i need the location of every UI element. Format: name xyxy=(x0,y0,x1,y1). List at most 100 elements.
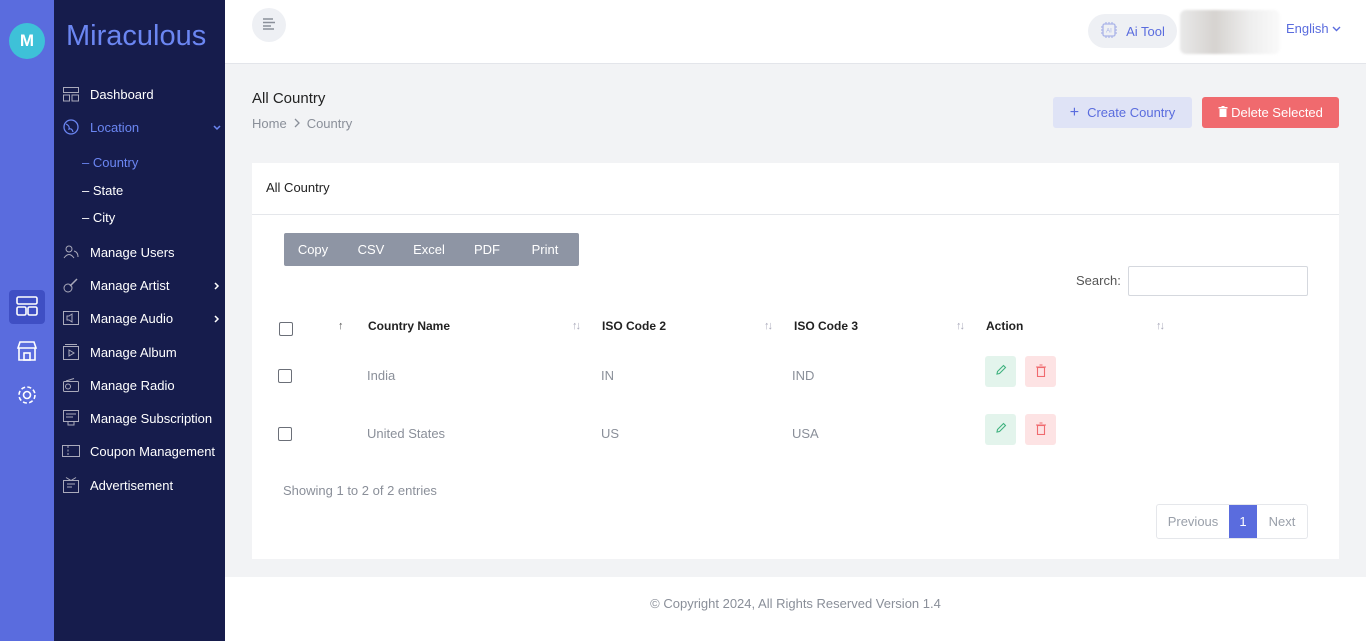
sidebar-item-dashboard[interactable]: Dashboard xyxy=(62,80,222,108)
svg-text:AI: AI xyxy=(1106,28,1112,34)
column-header-iso3[interactable]: ISO Code 3 xyxy=(794,319,858,333)
sidebar-item-label: Manage Audio xyxy=(90,310,174,326)
coupon-icon xyxy=(62,442,80,460)
audio-icon xyxy=(62,309,80,327)
trash-icon xyxy=(1218,105,1228,120)
chevron-right-icon xyxy=(293,116,301,131)
users-icon xyxy=(62,243,80,261)
sidebar-item-manage-subscription[interactable]: Manage Subscription xyxy=(62,404,222,432)
sidebar-item-manage-users[interactable]: Manage Users xyxy=(62,238,222,266)
sidebar-subitem-city[interactable]: – City xyxy=(82,210,115,225)
delete-selected-button[interactable]: Delete Selected xyxy=(1202,97,1339,128)
brand-name: Miraculous xyxy=(66,20,207,52)
cell-iso3: IND xyxy=(792,368,815,383)
cell-country-name: India xyxy=(367,368,396,383)
sidebar-item-location[interactable]: Location xyxy=(62,113,222,141)
table-info: Showing 1 to 2 of 2 entries xyxy=(283,483,437,498)
column-header-country-name[interactable]: Country Name xyxy=(368,319,450,333)
card-title: All Country xyxy=(252,163,1339,215)
breadcrumb-current: Country xyxy=(306,116,353,131)
ai-tool-button[interactable]: AI Ai Tool xyxy=(1088,14,1177,48)
sidebar-item-advertisement[interactable]: Advertisement xyxy=(62,471,222,499)
next-page-button[interactable]: Next xyxy=(1257,505,1307,538)
chevron-right-icon xyxy=(212,279,222,294)
pdf-button[interactable]: PDF xyxy=(458,242,516,257)
pencil-icon xyxy=(995,364,1007,379)
sort-icon[interactable]: ↑↓ xyxy=(764,320,773,332)
dashboard-icon xyxy=(62,85,80,103)
create-country-button[interactable]: + Create Country xyxy=(1053,97,1192,128)
search-label: Search: xyxy=(1076,273,1121,288)
delete-selected-label: Delete Selected xyxy=(1231,105,1323,120)
grid-icon xyxy=(16,295,38,319)
menu-icon xyxy=(262,17,276,33)
search-input[interactable] xyxy=(1128,266,1308,296)
excel-button[interactable]: Excel xyxy=(400,242,458,257)
country-table-card: All Country Copy CSV Excel PDF Print Sea… xyxy=(252,163,1339,559)
sidebar-item-manage-radio[interactable]: Manage Radio xyxy=(62,371,222,399)
menu-toggle-button[interactable] xyxy=(252,8,286,42)
cell-iso2: US xyxy=(601,426,620,441)
sidebar-item-label: Advertisement xyxy=(90,477,174,493)
subscription-icon xyxy=(62,409,80,427)
rail-store-button[interactable] xyxy=(9,335,45,369)
edit-button[interactable] xyxy=(985,356,1016,387)
breadcrumb: Home Country xyxy=(252,116,352,131)
previous-page-button[interactable]: Previous xyxy=(1157,505,1229,538)
sidebar-item-manage-artist[interactable]: Manage Artist xyxy=(62,271,222,299)
breadcrumb-home[interactable]: Home xyxy=(252,116,287,131)
sidebar-item-manage-album[interactable]: Manage Album xyxy=(62,338,222,366)
edit-button[interactable] xyxy=(985,414,1016,445)
rail-grid-button[interactable] xyxy=(9,290,45,324)
sidebar-item-label: Manage Album xyxy=(90,344,177,360)
footer: © Copyright 2024, All Rights Reserved Ve… xyxy=(225,577,1366,641)
guitar-icon xyxy=(62,276,80,294)
chevron-down-icon xyxy=(1332,21,1341,36)
rail-settings-button[interactable] xyxy=(9,379,45,413)
sidebar-item-label: Manage Users xyxy=(90,244,175,260)
language-label: English xyxy=(1286,21,1329,36)
sort-icon[interactable]: ↑↓ xyxy=(1156,320,1165,332)
globe-icon xyxy=(62,118,80,136)
sort-icon[interactable]: ↑↓ xyxy=(956,320,965,332)
column-header-iso2[interactable]: ISO Code 2 xyxy=(602,319,666,333)
select-all-checkbox[interactable] xyxy=(279,322,293,336)
copyright-text: © Copyright 2024, All Rights Reserved Ve… xyxy=(650,596,941,611)
row-checkbox[interactable] xyxy=(278,369,292,383)
sidebar-subitem-country[interactable]: – Country xyxy=(82,155,138,170)
delete-button[interactable] xyxy=(1025,414,1056,445)
chevron-right-icon xyxy=(212,312,222,327)
sort-icon[interactable]: ↑ xyxy=(338,320,343,332)
sidebar-item-label: Dashboard xyxy=(90,86,154,102)
sidebar: Miraculous Dashboard Location – Country … xyxy=(54,0,225,641)
sidebar-item-label: Location xyxy=(90,119,140,135)
row-checkbox[interactable] xyxy=(278,427,292,441)
copy-button[interactable]: Copy xyxy=(284,242,342,257)
radio-icon xyxy=(62,376,80,394)
sidebar-item-label: Manage Radio xyxy=(90,377,175,393)
ai-tool-label: Ai Tool xyxy=(1126,23,1165,39)
column-header-action: Action xyxy=(986,319,1024,333)
icon-rail: M xyxy=(0,0,54,641)
app-logo[interactable]: M xyxy=(9,23,45,59)
avatar[interactable] xyxy=(1180,10,1280,54)
sidebar-item-manage-audio[interactable]: Manage Audio xyxy=(62,304,222,332)
cell-country-name: United States xyxy=(367,426,446,441)
cell-iso3: USA xyxy=(792,426,819,441)
sidebar-item-coupon-management[interactable]: Coupon Management xyxy=(62,437,222,465)
csv-button[interactable]: CSV xyxy=(342,242,400,257)
delete-button[interactable] xyxy=(1025,356,1056,387)
gear-icon xyxy=(16,384,38,409)
print-button[interactable]: Print xyxy=(516,242,574,257)
sidebar-subitem-state[interactable]: – State xyxy=(82,183,123,198)
sidebar-item-label: Coupon Management xyxy=(90,443,216,459)
page-button-1[interactable]: 1 xyxy=(1229,505,1257,538)
chevron-down-icon xyxy=(212,121,222,136)
trash-icon xyxy=(1035,363,1047,380)
sidebar-item-label: Manage Subscription xyxy=(90,410,213,426)
cell-iso2: IN xyxy=(601,368,614,383)
sort-icon[interactable]: ↑↓ xyxy=(572,320,581,332)
language-selector[interactable]: English xyxy=(1286,21,1341,36)
create-country-label: Create Country xyxy=(1087,105,1176,120)
topbar: AI Ai Tool English xyxy=(225,0,1366,64)
